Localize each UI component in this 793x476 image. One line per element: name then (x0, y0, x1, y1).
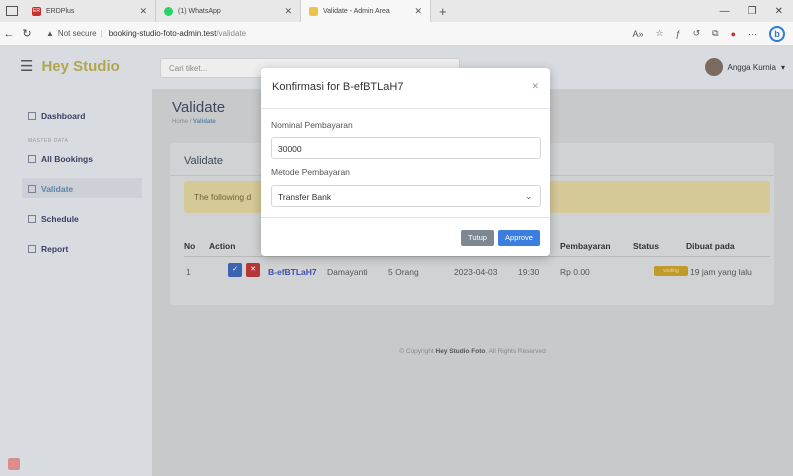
nominal-label: Nominal Pembayaran (271, 120, 353, 130)
nominal-field[interactable]: 30000 (271, 137, 541, 159)
divider (261, 108, 550, 109)
customer-name: Damayanti (327, 267, 368, 277)
booking-date: 2023-04-03 (454, 267, 498, 277)
sidebar-item-all-bookings[interactable]: All Bookings (28, 154, 93, 164)
breadcrumb-home[interactable]: Home (172, 119, 188, 125)
close-icon[interactable]: ✕ (284, 6, 292, 17)
method-label: Metode Pembayaran (271, 167, 350, 177)
close-icon[interactable]: ✕ (531, 81, 539, 92)
people-count: 5 Orang (388, 267, 419, 277)
dashboard-icon (28, 112, 36, 120)
close-icon[interactable]: ✕ (414, 6, 422, 17)
app-corner-icon[interactable] (8, 458, 20, 470)
footer-brand: Hey Studio Foto (435, 348, 486, 355)
window-close-icon[interactable]: ✕ (775, 6, 783, 17)
chevron-down-icon: ⌄ (525, 192, 532, 201)
warning-icon: ▲ (46, 29, 54, 38)
page-title: Validate (172, 99, 226, 116)
read-aloud-icon[interactable]: A» (632, 29, 643, 39)
bookings-icon (28, 155, 36, 163)
erdplus-favicon-icon: ER (32, 6, 41, 16)
brand-name: Hey Studio (41, 57, 120, 75)
sidebar-section-label: MASTER DATA (28, 138, 69, 144)
footer: © Copyright Hey Studio Foto. All Rights … (399, 348, 546, 355)
column-header-status: Status (633, 241, 659, 251)
favorite-icon[interactable]: ☆ (655, 28, 663, 39)
card-title: Validate (184, 155, 223, 167)
security-indicator[interactable]: ▲ Not secure | (46, 29, 103, 38)
tab-actions-icon[interactable] (6, 6, 18, 16)
tab-label: Validate - Admin Area (323, 7, 390, 15)
collections-icon[interactable]: ⧉ (712, 28, 718, 39)
selected-method: Transfer Bank (278, 192, 332, 202)
row-number: 1 (186, 267, 191, 277)
created-at: 19 jam yang lalu (690, 267, 752, 277)
payment-amount: Rp 0.00 (560, 267, 590, 277)
payment-method-select[interactable]: Transfer Bank ⌄ (271, 185, 541, 207)
breadcrumb-current: Validate (193, 119, 216, 125)
browser-tabbar: ER ERDPlus ✕ (1) WhatsApp ✕ Validate - A… (0, 0, 793, 22)
browser-tab-erdplus[interactable]: ER ERDPlus ✕ (24, 0, 156, 22)
site-favicon-icon (309, 6, 318, 16)
approve-row-button[interactable]: ✓ (228, 263, 242, 277)
breadcrumb: Home / Validate (172, 119, 216, 125)
approve-button[interactable]: Approve (498, 230, 540, 246)
modal-title: Konfirmasi for B-efBTLaH7 (272, 81, 404, 93)
sidebar-item-schedule[interactable]: Schedule (28, 214, 79, 224)
sidebar-item-validate[interactable]: Validate (28, 184, 73, 194)
confirm-modal: Konfirmasi for B-efBTLaH7 ✕ Nominal Pemb… (261, 68, 550, 256)
avatar (704, 58, 723, 76)
edge-copilot-icon[interactable]: b (769, 25, 785, 42)
status-badge: waiting (654, 266, 688, 276)
sidebar: Dashboard MASTER DATA All Bookings Valid… (0, 89, 152, 476)
column-header-dibuat-pada: Dibuat pada (686, 241, 735, 251)
window-controls: — ❐ ✕ (720, 6, 793, 17)
restore-icon[interactable]: ❐ (748, 6, 757, 17)
reject-row-button[interactable]: ✕ (246, 263, 260, 277)
booking-code-link[interactable]: B-efBTLaH7 (268, 267, 317, 277)
new-tab-icon[interactable]: + (439, 4, 447, 19)
menu-icon[interactable]: ☰ (20, 57, 33, 75)
browser-toolbar-icons: A» ☆ ƒ ↺ ⧉ ● ··· b (632, 25, 793, 42)
close-icon: ✕ (250, 266, 256, 273)
font-icon[interactable]: ƒ (676, 29, 681, 39)
divider (184, 256, 770, 257)
more-icon[interactable]: ··· (748, 29, 757, 39)
chevron-down-icon: ▾ (780, 62, 785, 72)
minimize-icon[interactable]: — (720, 6, 730, 17)
user-menu[interactable]: Angga Kurnia ▾ (704, 58, 785, 76)
user-name: Angga Kurnia (727, 62, 776, 72)
back-icon[interactable]: ← (0, 28, 18, 40)
sidebar-item-report[interactable]: Report (28, 244, 68, 254)
column-header-no: No (184, 241, 196, 251)
divider (261, 217, 550, 218)
close-icon[interactable]: ✕ (139, 6, 147, 17)
sidebar-item-dashboard[interactable]: Dashboard (28, 111, 85, 121)
check-icon: ✓ (232, 266, 238, 273)
calendar-icon (28, 215, 36, 223)
column-header-action: Action (209, 241, 236, 251)
whatsapp-favicon-icon (164, 6, 173, 16)
browser-addressbar: ← ↻ ▲ Not secure | booking-studio-foto-a… (0, 22, 793, 46)
booking-time: 19:30 (518, 267, 540, 277)
profile-icon[interactable]: ● (731, 29, 736, 39)
refresh-icon[interactable]: ↻ (18, 27, 36, 40)
refresh-page-icon[interactable]: ↺ (693, 28, 701, 39)
tab-label: (1) WhatsApp (178, 7, 221, 15)
brand[interactable]: ☰ Hey Studio (20, 57, 120, 76)
column-header-pembayaran: Pembayaran (560, 241, 611, 251)
url-field[interactable]: booking-studio-foto-admin.test/validate (109, 29, 246, 38)
validate-icon (28, 185, 36, 193)
browser-tab-whatsapp[interactable]: (1) WhatsApp ✕ (156, 0, 301, 22)
browser-tab-validate[interactable]: Validate - Admin Area ✕ (301, 0, 431, 22)
tab-label: ERDPlus (46, 7, 75, 15)
report-icon (28, 245, 36, 253)
tutup-button[interactable]: Tutup (461, 230, 494, 246)
